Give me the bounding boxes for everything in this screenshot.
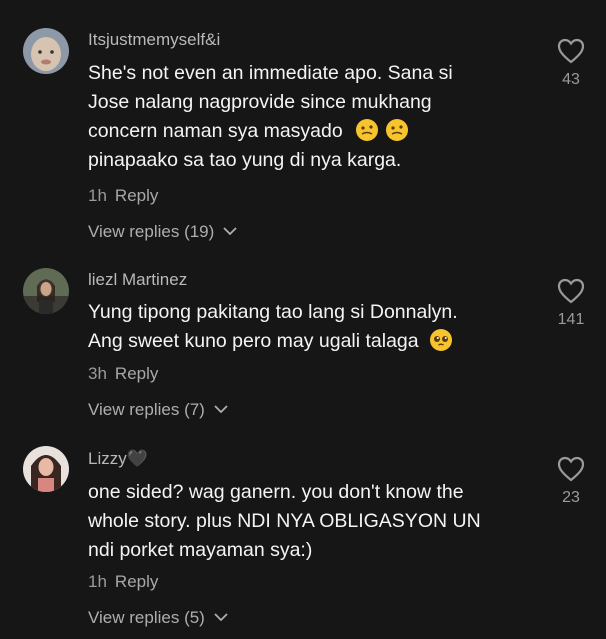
view-replies-button[interactable]: View replies (19) bbox=[88, 221, 237, 242]
like-count: 141 bbox=[557, 311, 585, 328]
comment-text-fragment: concern naman sya masyado bbox=[88, 120, 343, 142]
comment-text-line: one sided? wag ganern. you don't know th… bbox=[88, 481, 464, 503]
view-replies-label: View replies (19) bbox=[88, 222, 215, 241]
chevron-down-icon bbox=[213, 607, 228, 627]
comment-meta: 3h Reply bbox=[88, 364, 158, 384]
comment-meta: 1h Reply bbox=[88, 572, 158, 592]
chevron-down-icon bbox=[223, 221, 237, 241]
comment-time: 3h bbox=[88, 364, 107, 383]
view-replies-button[interactable]: View replies (5) bbox=[88, 607, 228, 628]
comment-text-line: pinapaako sa tao yung di nya karga. bbox=[88, 149, 402, 171]
avatar[interactable] bbox=[23, 268, 69, 314]
view-replies-label: View replies (5) bbox=[88, 608, 205, 627]
like-count: 23 bbox=[562, 489, 580, 506]
heart-outline-icon bbox=[557, 456, 585, 482]
view-replies-button[interactable]: View replies (7) bbox=[88, 399, 228, 420]
like-button[interactable]: 43 bbox=[552, 38, 590, 89]
pleading-face-emoji-icon bbox=[430, 329, 453, 351]
comment-text-line: Yung tipong pakitang tao lang si Donnaly… bbox=[88, 301, 458, 323]
comment-text-line: concern naman sya masyado bbox=[88, 117, 528, 146]
avatar[interactable] bbox=[23, 28, 69, 74]
comment-username[interactable]: liezl Martinez bbox=[88, 270, 187, 290]
comment-text-line: She's not even an immediate apo. Sana si bbox=[88, 62, 453, 84]
comment-time: 1h bbox=[88, 572, 107, 591]
comment-text-line: Ang sweet kuno pero may ugali talaga bbox=[88, 327, 528, 356]
like-button[interactable]: 141 bbox=[552, 278, 590, 329]
like-button[interactable]: 23 bbox=[552, 456, 590, 507]
comment-text: She's not even an immediate apo. Sana si… bbox=[88, 59, 528, 175]
comment-time: 1h bbox=[88, 186, 107, 205]
comment-meta: 1h Reply bbox=[88, 186, 158, 206]
comment-username[interactable]: Itsjustmemyself&i bbox=[88, 30, 220, 50]
avatar[interactable] bbox=[23, 446, 69, 492]
heart-outline-icon bbox=[557, 278, 585, 304]
woozy-face-emoji-icon bbox=[356, 119, 379, 141]
comment-text-fragment: Ang sweet kuno pero may ugali talaga bbox=[88, 330, 419, 352]
comment-text: Yung tipong pakitang tao lang si Donnaly… bbox=[88, 298, 528, 356]
reply-button[interactable]: Reply bbox=[115, 572, 158, 591]
comment-username[interactable]: Lizzy🖤 bbox=[88, 449, 148, 469]
woozy-face-emoji-icon bbox=[385, 119, 408, 141]
like-count: 43 bbox=[562, 71, 580, 88]
chevron-down-icon bbox=[213, 399, 228, 419]
reply-button[interactable]: Reply bbox=[115, 364, 158, 383]
comment-text: one sided? wag ganern. you don't know th… bbox=[88, 478, 528, 565]
comment-text-line: Jose nalang nagprovide since mukhang bbox=[88, 91, 432, 113]
heart-outline-icon bbox=[557, 38, 585, 64]
view-replies-label: View replies (7) bbox=[88, 400, 205, 419]
comment-text-line: whole story. plus NDI NYA OBLIGASYON UN bbox=[88, 510, 481, 532]
reply-button[interactable]: Reply bbox=[115, 186, 158, 205]
comment-text-line: ndi porket mayaman sya:) bbox=[88, 539, 313, 561]
